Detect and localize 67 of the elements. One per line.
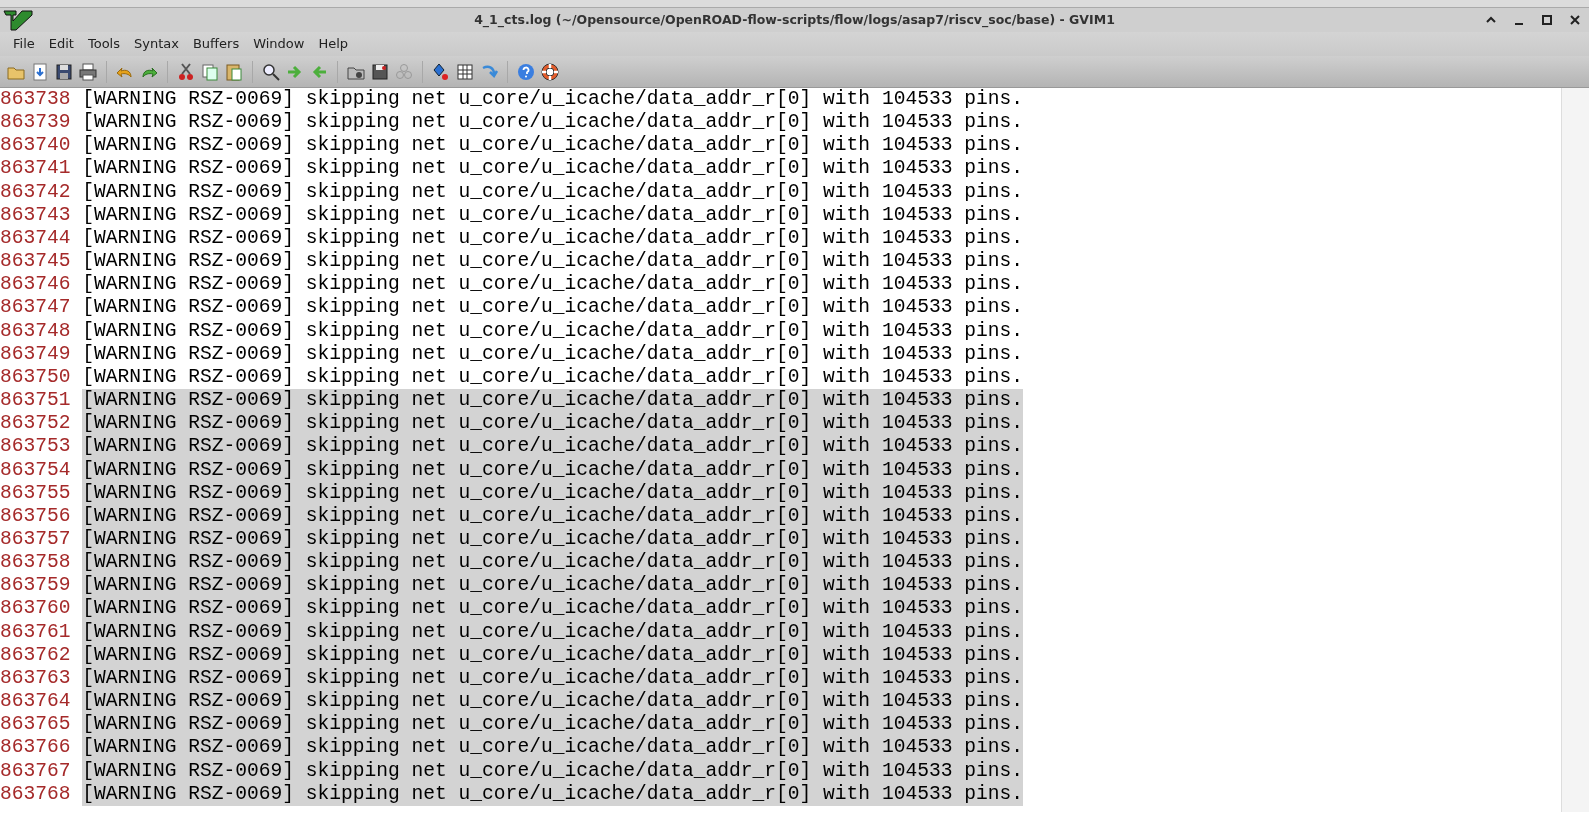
vim-logo-icon (2, 9, 36, 31)
log-line: [WARNING RSZ-0069] skipping net u_core/u_icache/data_addr_r[0] with 104533 pins. (82, 296, 1023, 320)
lifebuoy-icon[interactable] (540, 61, 560, 82)
menu-item[interactable]: Syntax (127, 32, 186, 56)
line-number: 863747 (0, 296, 71, 320)
paste-icon[interactable] (224, 61, 244, 82)
line-number: 863757 (0, 527, 71, 552)
line-number: 863742 (0, 180, 71, 204)
line-number: 863751 (0, 389, 71, 413)
line-number: 863745 (0, 250, 71, 274)
line-number: 863754 (0, 458, 71, 482)
line-number: 863764 (0, 690, 71, 714)
log-line: [WARNING RSZ-0069] skipping net u_core/u_icache/data_addr_r[0] with 104533 pins. (82, 319, 1023, 343)
line-number: 863748 (0, 319, 71, 343)
print-icon[interactable] (78, 61, 98, 82)
grid-icon[interactable] (455, 61, 475, 82)
log-line: [WARNING RSZ-0069] skipping net u_core/u_icache/data_addr_r[0] with 104533 pins. (82, 134, 1023, 158)
line-number: 863768 (0, 782, 71, 806)
line-number: 863765 (0, 713, 71, 737)
close-icon[interactable] (1569, 14, 1581, 26)
copy-icon[interactable] (200, 61, 220, 82)
log-line: [WARNING RSZ-0069] skipping net u_core/u_icache/data_addr_r[0] with 104533 pins. (82, 342, 1023, 366)
line-number: 863753 (0, 435, 71, 459)
window-title: 4_1_cts.log (~/Opensource/OpenROAD-flow-scripts/flow/logs/asap7/riscv_soc/base) - GVIM1 (474, 11, 1115, 30)
log-line: [WARNING RSZ-0069] skipping net u_core/u_icache/data_addr_r[0] with 104533 pins. (82, 250, 1023, 274)
maximize-icon[interactable] (1541, 14, 1553, 26)
line-number: 863752 (0, 412, 71, 436)
line-number: 863762 (0, 643, 71, 667)
log-line: [WARNING RSZ-0069] skipping net u_core/u_icache/data_addr_r[0] with 104533 pins. (82, 203, 1023, 227)
download-icon[interactable] (30, 61, 50, 82)
line-number: 863761 (0, 620, 71, 644)
line-number: 863756 (0, 504, 71, 528)
menu-item[interactable]: Tools (80, 32, 127, 56)
scrollbar[interactable] (1561, 88, 1589, 812)
log-line: [WARNING RSZ-0069] skipping net u_core/u_icache/data_addr_r[0] with 104533 pins. (82, 273, 1023, 297)
log-line: [WARNING RSZ-0069] skipping net u_core/u_icache/data_addr_r[0] with 104533 pins. (82, 157, 1023, 181)
log-line: [WARNING RSZ-0069] skipping net u_core/u_icache/data_addr_r[0] with 104533 pins. (82, 111, 1023, 135)
log-line: [WARNING RSZ-0069] skipping net u_core/u_icache/data_addr_r[0] with 104533 pins. (82, 180, 1023, 204)
log-line: [WARNING RSZ-0069] skipping net u_core/u_icache/data_addr_r[0] with 104533 pins. (82, 88, 1023, 112)
menu-item[interactable]: Buffers (185, 32, 247, 56)
line-number: 863743 (0, 203, 71, 227)
line-number: 863763 (0, 666, 71, 691)
save-icon[interactable] (54, 61, 74, 82)
menu-item[interactable]: Window (246, 32, 312, 56)
log-line: [WARNING RSZ-0069] skipping net u_core/u_icache/data_addr_r[0] with 104533 pins. (82, 226, 1023, 251)
diamond-icon[interactable] (431, 61, 451, 82)
line-number: 863744 (0, 226, 71, 251)
line-number: 863746 (0, 273, 71, 297)
scissors-icon[interactable] (176, 61, 196, 82)
menu-item[interactable]: Edit (41, 32, 81, 56)
menu-item[interactable]: File (6, 32, 42, 56)
help-icon[interactable] (516, 61, 536, 82)
line-number: 863755 (0, 481, 71, 505)
line-number: 863767 (0, 759, 71, 783)
line-number: 863740 (0, 134, 71, 158)
line-number: 863758 (0, 551, 71, 575)
line-number: 863738 (0, 88, 71, 112)
log-line: [WARNING RSZ-0069] skipping net u_core/u_icache/data_addr_r[0] with 104533 pins. (82, 365, 1023, 390)
line-number: 863750 (0, 365, 71, 390)
menu-item[interactable]: Help (311, 32, 356, 56)
line-number: 863766 (0, 736, 71, 760)
line-number: 863759 (0, 574, 71, 598)
search-icon[interactable] (261, 61, 281, 82)
line-number: 863749 (0, 342, 71, 366)
line-number: 863739 (0, 111, 71, 135)
line-number: 863760 (0, 597, 71, 621)
line-number: 863741 (0, 157, 71, 181)
